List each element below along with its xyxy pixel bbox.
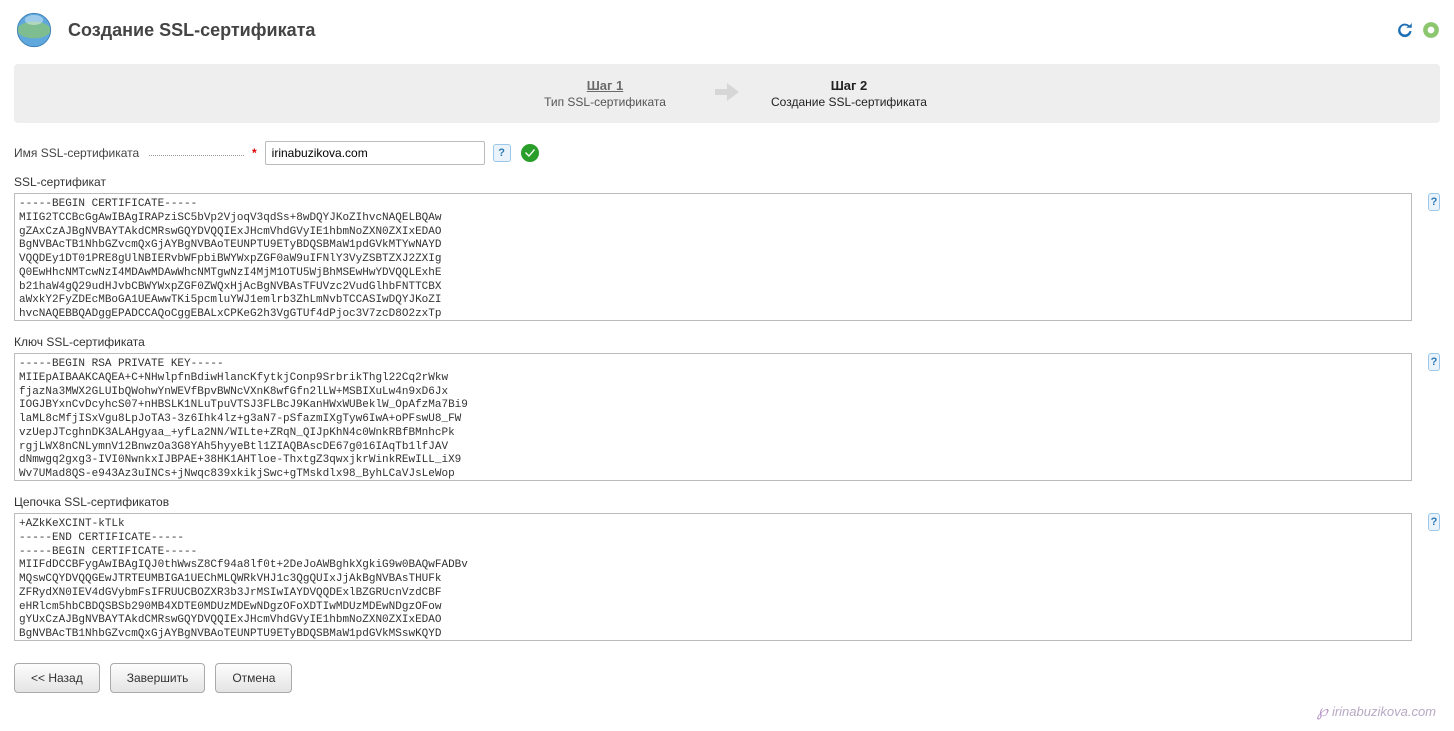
arrow-right-icon (715, 81, 739, 107)
chain-textarea[interactable] (14, 513, 1412, 641)
help-icon[interactable]: ? (1428, 193, 1440, 211)
page-title: Создание SSL-сертификата (68, 20, 315, 41)
step-2-label: Создание SSL-сертификата (759, 95, 939, 109)
key-section-label: Ключ SSL-сертификата (14, 335, 1440, 349)
refresh-icon[interactable] (1396, 21, 1414, 39)
key-textarea[interactable] (14, 353, 1412, 481)
help-page-icon[interactable] (1422, 21, 1440, 39)
watermark: ℘ irinabuzikova.com (1317, 701, 1436, 721)
cert-section-label: SSL-сертификат (14, 175, 1440, 189)
globe-icon (14, 10, 54, 50)
page-header: Создание SSL-сертификата (14, 10, 1440, 50)
cancel-button[interactable]: Отмена (215, 663, 292, 693)
chain-section-label: Цепочка SSL-сертификатов (14, 495, 1440, 509)
valid-check-icon (521, 144, 539, 162)
help-icon[interactable]: ? (1428, 513, 1440, 531)
cert-name-input[interactable] (265, 141, 485, 165)
cert-name-label: Имя SSL-сертификата (14, 146, 244, 160)
wizard-stepper: Шаг 1 Тип SSL-сертификата Шаг 2 Создание… (14, 64, 1440, 123)
key-textarea-wrap: ? (14, 353, 1440, 481)
buttons-row: << Назад Завершить Отмена (14, 663, 1440, 693)
wizard-step-2: Шаг 2 Создание SSL-сертификата (759, 78, 939, 109)
cert-textarea[interactable] (14, 193, 1412, 321)
cert-textarea-wrap: ? (14, 193, 1440, 321)
back-button[interactable]: << Назад (14, 663, 100, 693)
finish-button[interactable]: Завершить (110, 663, 206, 693)
wizard-step-1[interactable]: Шаг 1 Тип SSL-сертификата (515, 78, 695, 109)
header-actions (1396, 21, 1440, 39)
step-2-number: Шаг 2 (759, 78, 939, 93)
step-1-label: Тип SSL-сертификата (515, 95, 695, 109)
help-icon[interactable]: ? (493, 144, 511, 162)
required-marker: * (252, 146, 257, 160)
help-icon[interactable]: ? (1428, 353, 1440, 371)
watermark-icon: ℘ (1317, 701, 1328, 721)
cert-name-row: Имя SSL-сертификата * ? (14, 141, 1440, 165)
chain-textarea-wrap: ? (14, 513, 1440, 641)
step-1-number: Шаг 1 (515, 78, 695, 93)
